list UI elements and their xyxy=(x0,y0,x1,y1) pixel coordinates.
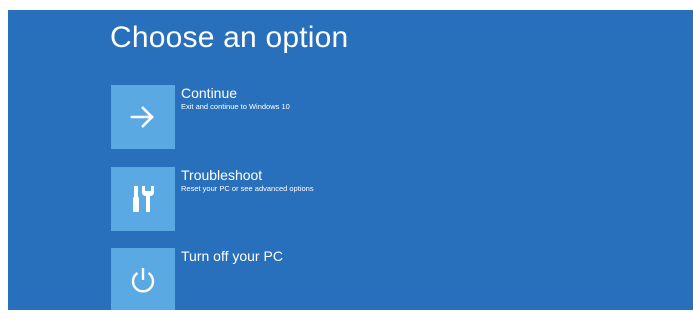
option-continue[interactable]: Continue Exit and continue to Windows 10 xyxy=(111,85,531,149)
option-tile-continue[interactable] xyxy=(111,85,175,149)
tools-icon xyxy=(133,186,154,212)
power-icon xyxy=(131,268,155,293)
option-tile-turn-off[interactable] xyxy=(111,248,175,310)
option-desc-continue: Exit and continue to Windows 10 xyxy=(181,102,290,111)
option-troubleshoot[interactable]: Troubleshoot Reset your PC or see advanc… xyxy=(111,167,531,231)
option-label-turn-off[interactable]: Turn off your PC xyxy=(181,248,283,264)
option-label-troubleshoot[interactable]: Troubleshoot xyxy=(181,167,262,183)
option-label-continue[interactable]: Continue xyxy=(181,85,237,101)
page-title: Choose an option xyxy=(110,21,349,54)
option-desc-troubleshoot: Reset your PC or see advanced options xyxy=(181,184,314,193)
recovery-screen: Choose an option Continue Exit and conti… xyxy=(8,10,693,310)
option-tile-troubleshoot[interactable] xyxy=(111,167,175,231)
arrow-right-icon xyxy=(130,106,154,128)
option-turn-off[interactable]: Turn off your PC xyxy=(111,248,531,310)
